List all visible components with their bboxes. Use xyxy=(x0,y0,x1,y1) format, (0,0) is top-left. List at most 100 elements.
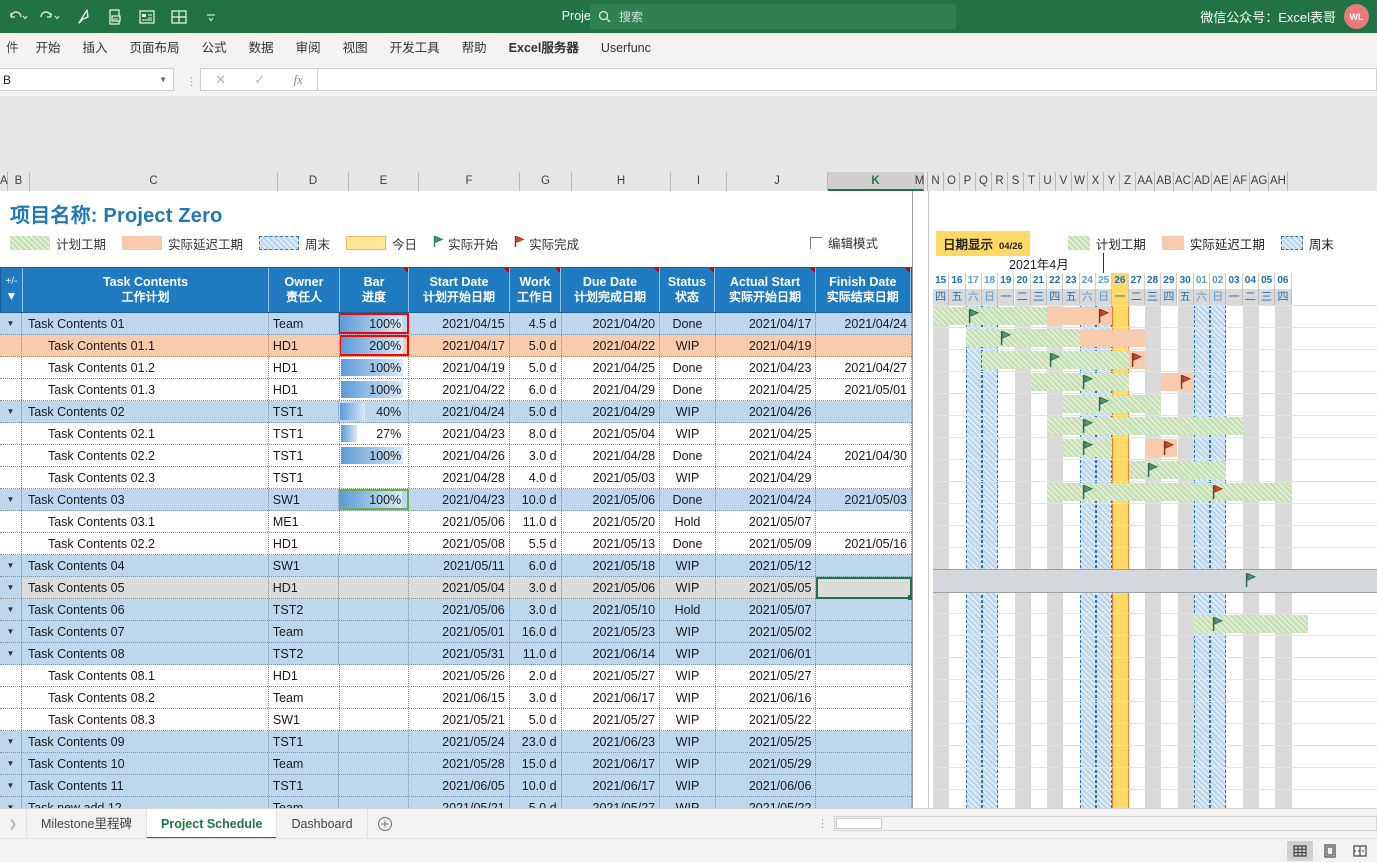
cell-work-days[interactable]: 3.0 d xyxy=(510,577,562,598)
cell-start-date[interactable]: 2021/04/26 xyxy=(409,445,510,466)
row-expand-toggle[interactable] xyxy=(0,379,22,400)
tab-view[interactable]: 视图 xyxy=(332,33,379,63)
column-header-H[interactable]: H xyxy=(572,172,671,191)
column-header-A[interactable]: A xyxy=(0,172,8,191)
column-header-O[interactable]: O xyxy=(944,172,960,191)
cell-actual-start[interactable]: 2021/04/19 xyxy=(716,335,817,356)
cell-work-days[interactable]: 23.0 d xyxy=(510,731,562,752)
cell-owner[interactable]: SW1 xyxy=(269,555,340,576)
gantt-plan-bar[interactable] xyxy=(1030,373,1129,391)
tab-home[interactable]: 开始 xyxy=(25,33,72,63)
cell-progress-bar[interactable]: 200% xyxy=(339,335,410,356)
cell-progress-bar[interactable]: 100% xyxy=(340,445,410,466)
cell-finish-date[interactable]: 2021/04/24 xyxy=(816,313,912,334)
cell-start-date[interactable]: 2021/04/24 xyxy=(409,401,510,422)
cell-actual-start[interactable]: 2021/04/25 xyxy=(716,379,817,400)
cell-task-contents[interactable]: Task Contents 04 xyxy=(22,555,269,576)
cell-work-days[interactable]: 11.0 d xyxy=(510,511,562,532)
table-row[interactable]: Task Contents 02.3 TST1 2021/04/28 4.0 d 202… xyxy=(0,467,912,489)
column-header-N[interactable]: N xyxy=(928,172,944,191)
cell-due-date[interactable]: 2021/06/17 xyxy=(562,687,661,708)
cell-owner[interactable]: HD1 xyxy=(269,665,340,686)
grid-icon[interactable] xyxy=(164,4,194,30)
tab-page-layout[interactable]: 页面布局 xyxy=(119,33,191,63)
cell-progress-bar[interactable]: 100% xyxy=(339,313,410,334)
cell-work-days[interactable]: 2.0 d xyxy=(510,665,562,686)
cell-finish-date[interactable] xyxy=(816,555,912,576)
cell-status[interactable]: WIP xyxy=(660,775,716,796)
cell-start-date[interactable]: 2021/06/15 xyxy=(409,687,510,708)
edit-mode-toggle[interactable]: 编辑模式 xyxy=(810,233,878,252)
cell-start-date[interactable]: 2021/05/21 xyxy=(409,709,510,730)
tab-review[interactable]: 审阅 xyxy=(285,33,332,63)
cell-owner[interactable]: TST2 xyxy=(269,599,340,620)
cell-progress-bar[interactable] xyxy=(339,643,410,664)
column-header-Y[interactable]: Y xyxy=(1104,172,1120,191)
cell-progress-bar[interactable] xyxy=(340,665,410,686)
table-row[interactable]: Task Contents 02.1 TST1 27% 2021/04/23 8.0 d… xyxy=(0,423,912,445)
table-row[interactable]: ▼ Task Contents 01 Team 100% 2021/04/15 4.5 d… xyxy=(0,313,912,335)
cell-owner[interactable]: TST1 xyxy=(269,731,340,752)
row-expand-toggle[interactable]: ▼ xyxy=(0,621,22,642)
cell-task-contents[interactable]: Task Contents 10 xyxy=(22,753,269,774)
cell-owner[interactable]: Team xyxy=(269,753,340,774)
cell-finish-date[interactable] xyxy=(816,577,912,598)
redo-icon[interactable] xyxy=(36,4,66,30)
gantt-plan-bar[interactable] xyxy=(933,307,1048,325)
cell-task-contents[interactable]: Task Contents 02.2 xyxy=(22,533,269,554)
cell-actual-start[interactable]: 2021/06/16 xyxy=(716,687,817,708)
cell-finish-date[interactable]: 2021/05/03 xyxy=(816,489,912,510)
row-expand-toggle[interactable]: ▼ xyxy=(0,753,22,774)
cell-owner[interactable]: Team xyxy=(269,621,340,642)
cell-due-date[interactable]: 2021/06/17 xyxy=(562,775,661,796)
column-header-K[interactable]: K xyxy=(828,172,924,191)
column-header-U[interactable]: U xyxy=(1040,172,1056,191)
cell-task-contents[interactable]: Task Contents 01.1 xyxy=(22,335,269,356)
cell-due-date[interactable]: 2021/06/14 xyxy=(562,643,661,664)
table-row[interactable]: ▼ Task Contents 04 SW1 2021/05/11 6.0 d 2021/… xyxy=(0,555,912,577)
table-row[interactable]: ▼ Task new add 12 Team 2021/05/21 5.0 d 2021/… xyxy=(0,797,912,808)
column-header-AD[interactable]: AD xyxy=(1193,172,1212,191)
cell-status[interactable]: Done xyxy=(660,533,716,554)
row-expand-toggle[interactable]: ▼ xyxy=(0,555,22,576)
cell-actual-start[interactable]: 2021/06/01 xyxy=(716,643,817,664)
cell-finish-date[interactable] xyxy=(816,797,912,808)
column-header-R[interactable]: R xyxy=(992,172,1008,191)
cell-owner[interactable]: HD1 xyxy=(269,379,340,400)
cell-start-date[interactable]: 2021/05/28 xyxy=(409,753,510,774)
cell-owner[interactable]: TST1 xyxy=(269,445,340,466)
cell-owner[interactable]: Team xyxy=(269,797,340,808)
table-row[interactable]: ▼ Task Contents 06 TST2 2021/05/06 3.0 d 2021… xyxy=(0,599,912,621)
cell-owner[interactable]: TST1 xyxy=(269,401,340,422)
cell-task-contents[interactable]: Task Contents 08.2 xyxy=(22,687,269,708)
cell-actual-start[interactable]: 2021/05/12 xyxy=(716,555,817,576)
cell-finish-date[interactable] xyxy=(816,709,912,730)
cell-status[interactable]: WIP xyxy=(660,665,716,686)
row-expand-toggle[interactable]: ▼ xyxy=(0,775,22,796)
table-row[interactable]: ▼ Task Contents 09 TST1 2021/05/24 23.0 d 202… xyxy=(0,731,912,753)
row-expand-toggle[interactable] xyxy=(0,533,22,554)
form-icon[interactable] xyxy=(132,4,162,30)
cell-due-date[interactable]: 2021/05/04 xyxy=(562,423,661,444)
cell-status[interactable]: Done xyxy=(660,445,716,466)
cell-progress-bar[interactable] xyxy=(339,577,410,598)
column-header-S[interactable]: S xyxy=(1008,172,1024,191)
cell-work-days[interactable]: 5.0 d xyxy=(510,797,562,808)
cell-due-date[interactable]: 2021/05/27 xyxy=(562,709,661,730)
column-header-E[interactable]: E xyxy=(349,172,419,191)
row-expand-toggle[interactable] xyxy=(0,357,22,378)
cell-start-date[interactable]: 2021/05/04 xyxy=(409,577,510,598)
account-area[interactable]: 微信公众号：Excel表哥 WL xyxy=(1200,3,1369,30)
cell-actual-start[interactable]: 2021/04/17 xyxy=(716,313,817,334)
cell-progress-bar[interactable]: 100% xyxy=(340,379,410,400)
cell-owner[interactable]: HD1 xyxy=(269,577,340,598)
column-header-P[interactable]: P xyxy=(960,172,976,191)
cell-task-contents[interactable]: Task Contents 02.3 xyxy=(22,467,269,488)
cell-task-contents[interactable]: Task Contents 11 xyxy=(22,775,269,796)
normal-view-icon[interactable] xyxy=(1287,840,1313,861)
row-expand-toggle[interactable] xyxy=(0,709,22,730)
cell-due-date[interactable]: 2021/06/23 xyxy=(562,731,661,752)
cell-status[interactable]: Hold xyxy=(660,599,716,620)
table-row[interactable]: Task Contents 08.3 SW1 2021/05/21 5.0 d 2021… xyxy=(0,709,912,731)
table-row[interactable]: ▼ Task Contents 10 Team 2021/05/28 15.0 d 202… xyxy=(0,753,912,775)
